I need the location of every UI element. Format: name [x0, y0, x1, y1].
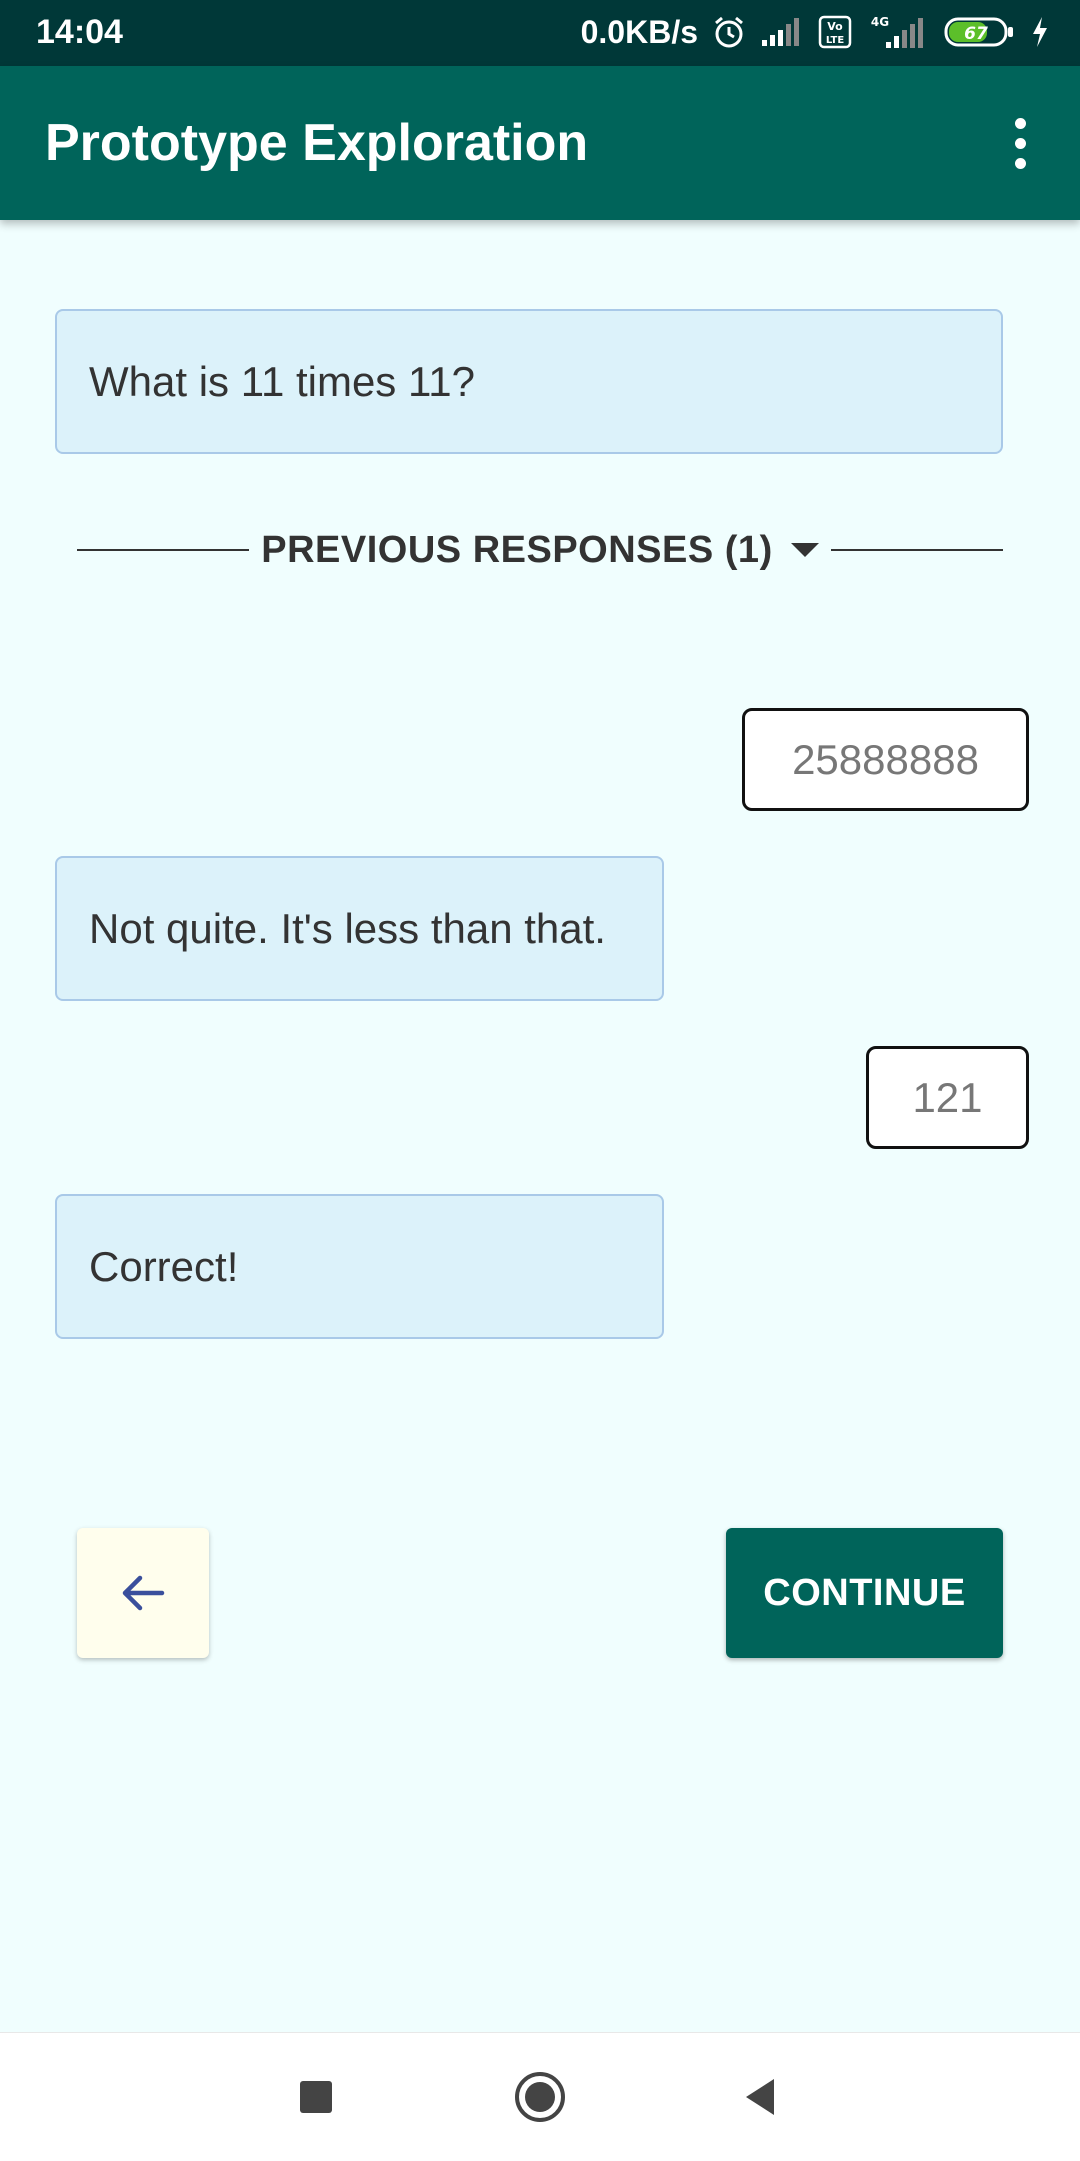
- more-vert-icon-dot: [1014, 117, 1026, 129]
- app-title: Prototype Exploration: [45, 114, 589, 172]
- volte-bottom-label: LTE: [826, 35, 845, 46]
- status-bar: 14:04 0.0KB/s Vo LTE 4G 67: [0, 0, 1080, 66]
- back-button[interactable]: [77, 1528, 209, 1658]
- alarm-icon: [712, 15, 746, 49]
- more-vert-icon-dot: [1014, 157, 1026, 169]
- overflow-menu-button[interactable]: [990, 110, 1050, 176]
- previous-responses-label: PREVIOUS RESPONSES (1): [261, 528, 773, 571]
- charging-icon: [1030, 15, 1050, 49]
- continue-button[interactable]: CONTINUE: [726, 1528, 1003, 1658]
- feedback-text: Not quite. It's less than that.: [89, 904, 606, 952]
- feedback-card: Not quite. It's less than that.: [55, 856, 664, 1001]
- divider-line-right: [831, 549, 1003, 551]
- learner-answer-2: 121: [866, 1046, 1029, 1149]
- system-back-button[interactable]: [724, 2061, 796, 2133]
- volte-top-label: Vo: [827, 20, 843, 33]
- signal-icon: [760, 16, 804, 48]
- battery-level: 67: [964, 24, 988, 44]
- network-type-label: 4G: [871, 15, 889, 29]
- arrow-back-icon: [122, 1575, 165, 1611]
- home-button[interactable]: [504, 2061, 576, 2133]
- feedback-card: Correct!: [55, 1194, 664, 1339]
- circle-icon: [515, 2072, 565, 2122]
- divider-line-left: [77, 549, 249, 551]
- triangle-back-icon: [746, 2079, 774, 2115]
- volte-icon: Vo LTE: [818, 15, 852, 49]
- question-text: What is 11 times 11?: [89, 357, 475, 405]
- answer-text: 25888888: [792, 735, 979, 783]
- previous-responses-toggle[interactable]: PREVIOUS RESPONSES (1): [249, 529, 831, 572]
- caret-down-icon: [790, 543, 819, 557]
- signal-4g-icon: 4G: [866, 14, 930, 50]
- learner-answer-1: 25888888: [742, 708, 1029, 811]
- more-vert-icon-dot: [1014, 137, 1026, 149]
- answer-text: 121: [912, 1073, 983, 1121]
- feedback-text: Correct!: [89, 1242, 239, 1290]
- navigation-bar: [0, 2032, 1080, 2161]
- battery-icon: 67: [944, 15, 1016, 49]
- previous-responses-divider: PREVIOUS RESPONSES (1): [77, 520, 1003, 580]
- recents-button[interactable]: [280, 2061, 352, 2133]
- question-card: What is 11 times 11?: [55, 309, 1003, 454]
- app-bar: Prototype Exploration: [0, 66, 1080, 220]
- status-time: 14:04: [36, 13, 123, 51]
- network-speed: 0.0KB/s: [580, 14, 698, 50]
- status-icons: 0.0KB/s Vo LTE 4G 67: [581, 12, 1050, 52]
- square-icon: [300, 2081, 332, 2113]
